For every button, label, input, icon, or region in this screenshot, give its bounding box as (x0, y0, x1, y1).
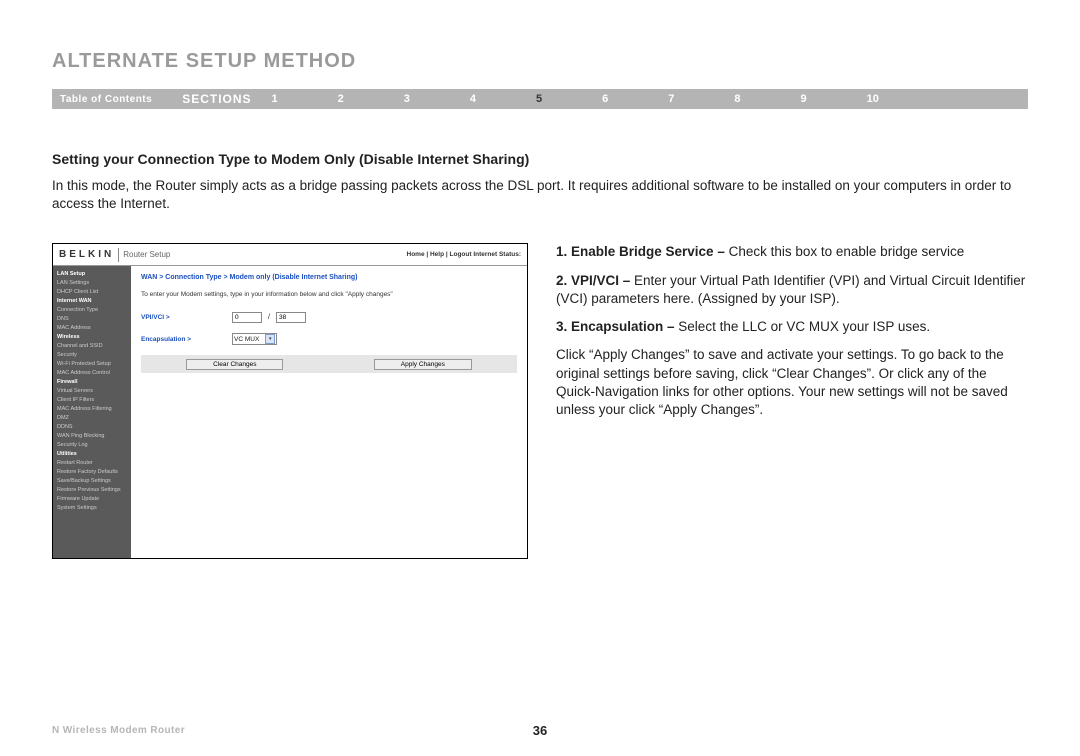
section-num-8[interactable]: 8 (734, 93, 740, 105)
sidebar-item[interactable]: MAC Address Filtering (53, 404, 131, 413)
sidebar-item[interactable]: LAN Setup (53, 269, 131, 278)
section-num-10[interactable]: 10 (867, 93, 879, 105)
logo-divider (118, 248, 119, 262)
sidebar-item[interactable]: Channel and SSID (53, 341, 131, 350)
instructions-column: 1. Enable Bridge Service – Check this bo… (556, 243, 1028, 559)
router-ui-screenshot: BELKIN Router Setup Home | Help | Logout… (52, 243, 528, 559)
sidebar-item[interactable]: DMZ (53, 413, 131, 422)
header-subtitle: Router Setup (123, 250, 170, 259)
section-num-4[interactable]: 4 (470, 93, 476, 105)
sidebar-item[interactable]: Security Log (53, 440, 131, 449)
sidebar-item[interactable]: MAC Address (53, 323, 131, 332)
instr-2-bold: 2. VPI/VCI – (556, 273, 634, 288)
sidebar-item[interactable]: Restore Factory Defaults (53, 467, 131, 476)
instr-1-bold: 1. Enable Bridge Service – (556, 244, 729, 259)
sidebar-item[interactable]: Restore Previous Settings (53, 485, 131, 494)
encaps-select[interactable]: VC MUX ▾ (232, 333, 277, 345)
encaps-value: VC MUX (234, 336, 259, 343)
instr-3-bold: 3. Encapsulation – (556, 319, 678, 334)
router-sidebar: LAN SetupLAN SettingsDHCP Client ListInt… (53, 266, 131, 558)
sidebar-item[interactable]: Save/Backup Settings (53, 476, 131, 485)
router-helptext: To enter your Modem settings, type in yo… (141, 291, 517, 298)
apply-changes-button[interactable]: Apply Changes (374, 359, 472, 370)
toc-link[interactable]: Table of Contents (60, 94, 152, 105)
sidebar-item[interactable]: MAC Address Control (53, 368, 131, 377)
instr-1-text: Check this box to enable bridge service (729, 244, 965, 259)
sidebar-item[interactable]: LAN Settings (53, 278, 131, 287)
router-breadcrumb: WAN > Connection Type > Modem only (Disa… (141, 274, 517, 281)
sidebar-item[interactable]: DHCP Client List (53, 287, 131, 296)
instr-3-text: Select the LLC or VC MUX your ISP uses. (678, 319, 930, 334)
sidebar-item[interactable]: Firmware Update (53, 494, 131, 503)
clear-changes-button[interactable]: Clear Changes (186, 359, 283, 370)
vpivci-slash: / (268, 314, 270, 321)
section-num-2[interactable]: 2 (338, 93, 344, 105)
brand-logo: BELKIN (59, 249, 114, 260)
sidebar-item[interactable]: Utilities (53, 449, 131, 458)
sections-label: SECTIONS (182, 92, 251, 106)
page-title: ALTERNATE SETUP METHOD (52, 50, 1028, 73)
footer-page-number: 36 (533, 723, 547, 738)
intro-paragraph: In this mode, the Router simply acts as … (52, 177, 1012, 213)
sidebar-item[interactable]: System Settings (53, 503, 131, 512)
encaps-label: Encapsulation > (141, 336, 226, 343)
instr-closing: Click “Apply Changes” to save and activa… (556, 347, 1008, 417)
sidebar-item[interactable]: Connection Type (53, 305, 131, 314)
section-num-7[interactable]: 7 (668, 93, 674, 105)
setting-heading: Setting your Connection Type to Modem On… (52, 151, 1028, 167)
sidebar-item[interactable]: Security (53, 350, 131, 359)
vpivci-label: VPI/VCI > (141, 314, 226, 321)
section-navbar: Table of Contents SECTIONS 1 2 3 4 5 6 7… (52, 89, 1028, 109)
sidebar-item[interactable]: Wi-Fi Protected Setup (53, 359, 131, 368)
sidebar-item[interactable]: Virtual Servers (53, 386, 131, 395)
sidebar-item[interactable]: WAN Ping Blocking (53, 431, 131, 440)
section-num-6[interactable]: 6 (602, 93, 608, 105)
sidebar-item[interactable]: Restart Router (53, 458, 131, 467)
section-num-1[interactable]: 1 (272, 93, 278, 105)
header-right-links[interactable]: Home | Help | Logout Internet Status: (407, 251, 522, 258)
sidebar-item[interactable]: Firewall (53, 377, 131, 386)
chevron-down-icon: ▾ (265, 334, 275, 344)
sidebar-item[interactable]: DDNS (53, 422, 131, 431)
sidebar-item[interactable]: Client IP Filters (53, 395, 131, 404)
sidebar-item[interactable]: DNS (53, 314, 131, 323)
section-num-5-active[interactable]: 5 (536, 93, 542, 105)
sidebar-item[interactable]: Internet WAN (53, 296, 131, 305)
vpi-input[interactable] (232, 312, 262, 323)
vci-input[interactable] (276, 312, 306, 323)
footer-product-name: N Wireless Modem Router (52, 725, 185, 736)
section-num-9[interactable]: 9 (801, 93, 807, 105)
sidebar-item[interactable]: Wireless (53, 332, 131, 341)
section-num-3[interactable]: 3 (404, 93, 410, 105)
